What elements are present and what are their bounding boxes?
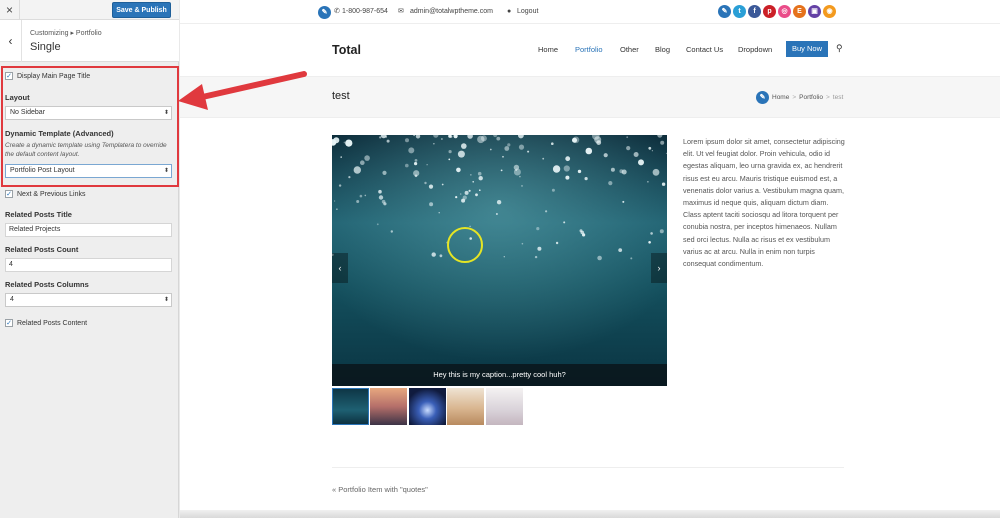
related-count-label: Related Posts Count (5, 245, 79, 254)
breadcrumb: ✎ Home > Portfolio > test (756, 90, 843, 104)
cursor-highlight-ring (447, 227, 483, 263)
dribbble-icon[interactable]: ◎ (778, 5, 791, 18)
twitter-icon[interactable]: t (733, 5, 746, 18)
thumbnail-2[interactable] (370, 388, 407, 425)
slide-caption: Hey this is my caption...pretty cool huh… (332, 364, 667, 386)
next-prev-checkbox[interactable]: ✓ (5, 190, 13, 198)
thumbnail-4[interactable] (447, 388, 484, 425)
envelope-icon: ✉ (398, 8, 404, 15)
portfolio-description: Lorem ipsum dolor sit amet, consectetur … (683, 137, 845, 269)
nav-other[interactable]: Other (620, 45, 639, 54)
thumbnail-1[interactable] (332, 388, 369, 425)
email-link[interactable]: admin@totalwptheme.com (410, 6, 493, 18)
next-prev-label: Next & Previous Links (17, 190, 86, 198)
section-header: ‹ Customizing ▸ Portfolio Single (0, 20, 179, 62)
save-publish-button[interactable]: Save & Publish (112, 2, 171, 18)
pinterest-icon[interactable]: p (763, 5, 776, 18)
slider-next-arrow[interactable]: › (651, 253, 667, 283)
thumbnail-3[interactable] (409, 388, 446, 425)
nav-home[interactable]: Home (538, 45, 558, 54)
bottom-scroll-bar (180, 510, 1000, 518)
related-content-checkbox-row[interactable]: ✓ Related Posts Content (5, 317, 87, 329)
thumbnail-5[interactable] (486, 388, 523, 425)
customizer-topbar: × Save & Publish (0, 0, 179, 20)
crumb-separator: > (792, 93, 797, 101)
nav-contact-us[interactable]: Contact Us (686, 45, 723, 54)
underwater-image (332, 135, 667, 386)
rss-icon[interactable]: ◉ (823, 5, 836, 18)
select-arrow-icon: ⬍ (163, 297, 169, 303)
search-icon[interactable]: ⚲ (836, 43, 843, 54)
edit-pencil-icon[interactable]: ✎ (318, 6, 331, 19)
customizer-window: × Save & Publish ‹ Customizing ▸ Portfol… (0, 0, 1000, 518)
phone-icon: ✆ (334, 8, 340, 15)
nav-dropdown[interactable]: Dropdown (738, 45, 772, 54)
logout-link[interactable]: Logout (517, 6, 538, 18)
close-icon[interactable]: × (0, 0, 20, 20)
crumb-current: test (832, 93, 844, 101)
edit-icon[interactable]: ✎ (718, 5, 731, 18)
section-title: Single (30, 41, 61, 53)
next-prev-checkbox-row[interactable]: ✓ Next & Previous Links (5, 188, 85, 200)
related-content-checkbox[interactable]: ✓ (5, 319, 13, 327)
crumb-portfolio[interactable]: Portfolio (799, 94, 823, 101)
customizer-breadcrumb: Customizing ▸ Portfolio (30, 30, 102, 37)
page-title: test (332, 90, 350, 102)
annotation-highlight-box (1, 66, 179, 187)
related-count-input[interactable]: 4 (5, 258, 172, 272)
slider-prev-arrow[interactable]: ‹ (332, 253, 348, 283)
related-columns-select[interactable]: 4 ⬍ (5, 293, 172, 307)
nav-blog[interactable]: Blog (655, 45, 670, 54)
twitch-icon[interactable]: ▣ (808, 5, 821, 18)
buy-now-button[interactable]: Buy Now (786, 41, 828, 57)
crumb-home[interactable]: Home (772, 94, 789, 101)
back-chevron-icon[interactable]: ‹ (0, 20, 22, 62)
phone-number: 1-800-987-654 (342, 8, 388, 15)
image-slider[interactable]: ‹ › Hey this is my caption...pretty cool… (332, 135, 667, 386)
nav-portfolio[interactable]: Portfolio (575, 45, 603, 54)
related-content-label: Related Posts Content (17, 319, 88, 327)
related-columns-label: Related Posts Columns (5, 280, 89, 289)
edit-pencil-icon[interactable]: ✎ (756, 90, 769, 104)
previous-item-link[interactable]: « Portfolio Item with "quotes" (332, 485, 428, 494)
facebook-icon[interactable]: f (748, 5, 761, 18)
site-topbar: ✎ ✆ 1-800-987-654 ✉ admin@totalwptheme.c… (180, 0, 1000, 24)
crumb-separator: > (826, 93, 830, 101)
related-title-label: Related Posts Title (5, 210, 72, 219)
etsy-icon[interactable]: E (793, 5, 806, 18)
annotation-arrow-icon (178, 71, 307, 110)
related-title-input[interactable]: Related Projects (5, 223, 172, 237)
user-icon: ● (507, 8, 512, 15)
divider (332, 467, 844, 468)
site-logo[interactable]: Total (332, 43, 361, 57)
related-columns-value: 4 (10, 296, 14, 303)
